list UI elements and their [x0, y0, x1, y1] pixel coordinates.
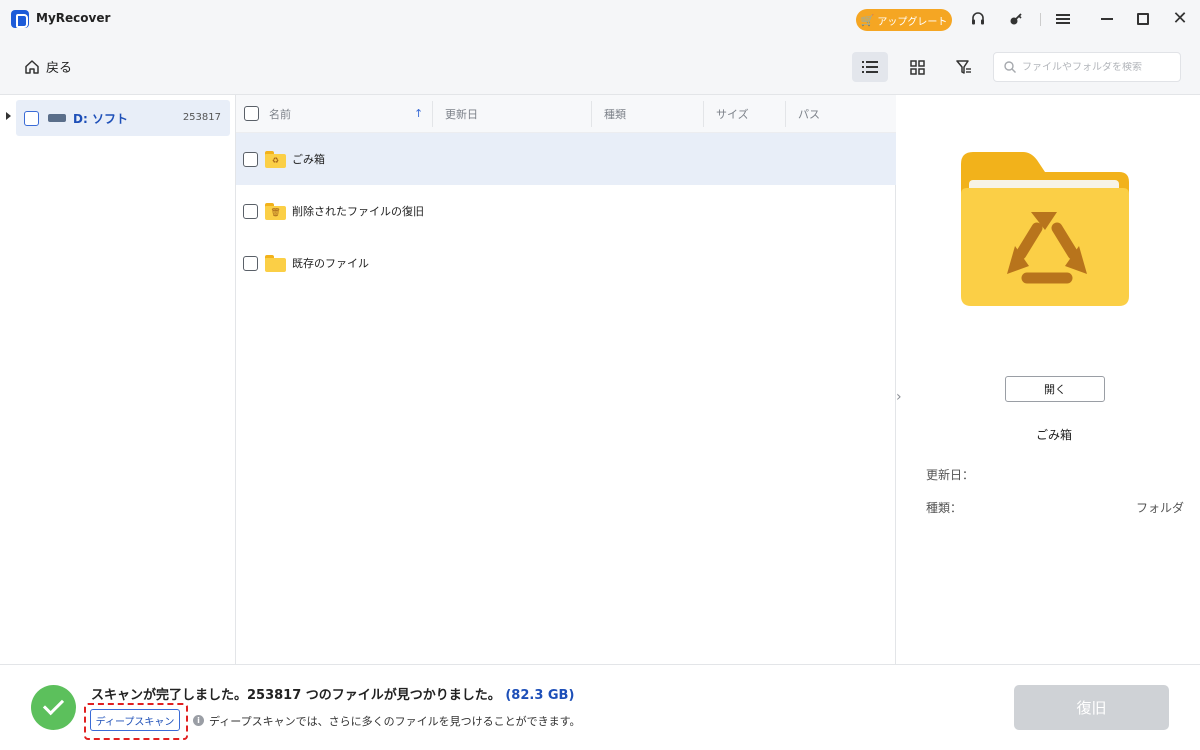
- scan-status-message: スキャンが完了しました。253817 つのファイルが見つかりました。: [91, 688, 501, 703]
- column-size[interactable]: サイズ: [716, 95, 749, 133]
- scan-total-size: (82.3 GB): [505, 688, 575, 703]
- column-divider[interactable]: [591, 101, 592, 127]
- column-type[interactable]: 種類: [604, 95, 626, 133]
- drive-checkbox[interactable]: [24, 110, 39, 126]
- column-modified[interactable]: 更新日: [445, 95, 478, 133]
- title-bar: MyRecover 🛒 アップグレート ✕: [0, 0, 1200, 38]
- maximize-icon[interactable]: [1133, 9, 1153, 29]
- key-icon[interactable]: [1006, 9, 1026, 29]
- recycle-folder-icon: ♻: [265, 150, 286, 168]
- folder-icon: [265, 254, 286, 272]
- tree-item-drive-d[interactable]: D: ソフト 253817: [6, 100, 230, 136]
- minimize-icon[interactable]: [1097, 9, 1117, 29]
- expand-caret-icon[interactable]: [6, 112, 11, 120]
- column-divider[interactable]: [703, 101, 704, 127]
- row-label: 既存のファイル: [292, 257, 369, 270]
- home-icon: [25, 59, 39, 74]
- column-divider[interactable]: [785, 101, 786, 127]
- row-label: ごみ箱: [292, 153, 325, 166]
- search-box[interactable]: [993, 52, 1181, 82]
- titlebar-divider: [1040, 13, 1041, 26]
- trash-folder-icon: 🗑: [265, 202, 286, 220]
- row-checkbox[interactable]: [243, 255, 258, 271]
- back-button[interactable]: 戻る: [24, 57, 72, 76]
- headset-icon[interactable]: [968, 9, 988, 29]
- recycle-bin-folder-icon: [961, 152, 1129, 306]
- upgrade-label: アップグレート: [877, 16, 948, 28]
- scan-complete-check-icon: [31, 685, 76, 730]
- file-row[interactable]: 🗑 削除されたファイルの復旧: [236, 185, 896, 237]
- app-title: MyRecover: [36, 11, 111, 25]
- scan-status: スキャンが完了しました。253817 つのファイルが見つかりました。 (82.3…: [91, 684, 574, 703]
- row-checkbox[interactable]: [243, 151, 258, 167]
- preview-item-name: ごみ箱: [1035, 428, 1072, 442]
- preview-panel: › 開く ごみ箱 更新日： 種類： フォルダ: [896, 95, 1200, 664]
- close-icon[interactable]: ✕: [1170, 9, 1190, 29]
- upgrade-button[interactable]: 🛒 アップグレート: [856, 9, 952, 31]
- info-icon: i: [193, 715, 204, 726]
- grid-view-button[interactable]: [899, 52, 935, 82]
- type-label: 種類：: [926, 501, 963, 515]
- drive-tree: D: ソフト 253817: [0, 95, 236, 664]
- filter-button[interactable]: [946, 52, 982, 82]
- modified-label: 更新日：: [926, 468, 975, 482]
- file-row[interactable]: 既存のファイル: [236, 237, 896, 289]
- list-view-button[interactable]: [852, 52, 888, 82]
- back-label: 戻る: [46, 61, 73, 76]
- column-name[interactable]: 名前: [269, 95, 291, 133]
- cart-icon: 🛒: [860, 13, 875, 27]
- deep-scan-button[interactable]: ディープスキャン: [90, 709, 180, 731]
- deep-scan-hint: ディープスキャンでは、さらに多くのファイルを見つけることができます。: [209, 715, 581, 728]
- row-label: 削除されたファイルの復旧: [292, 205, 424, 218]
- type-value: フォルダ: [1135, 501, 1184, 515]
- app-logo-icon: [11, 10, 29, 28]
- file-list: 名前 ↑ 更新日 種類 サイズ パス ♻ ごみ箱 🗑 削除されたファイルの復旧 …: [236, 95, 896, 664]
- column-header: 名前 ↑ 更新日 種類 サイズ パス: [236, 95, 896, 133]
- open-button[interactable]: 開く: [1005, 376, 1105, 402]
- collapse-panel-icon[interactable]: ›: [896, 389, 902, 405]
- drive-icon: [48, 114, 66, 122]
- row-checkbox[interactable]: [243, 203, 258, 219]
- file-row[interactable]: ♻ ごみ箱: [236, 133, 896, 185]
- search-icon: [1004, 61, 1016, 73]
- list-view-icon: [862, 61, 878, 73]
- column-divider[interactable]: [432, 101, 433, 127]
- filter-icon: [956, 60, 971, 74]
- select-all-checkbox[interactable]: [244, 106, 259, 121]
- search-input[interactable]: [1022, 61, 1172, 73]
- drive-label: D: ソフト: [73, 111, 128, 126]
- sort-ascending-icon[interactable]: ↑: [414, 107, 423, 120]
- drive-file-count: 253817: [182, 112, 221, 123]
- recover-button[interactable]: 復旧: [1014, 685, 1169, 730]
- column-path[interactable]: パス: [798, 95, 820, 133]
- grid-view-icon: [909, 59, 925, 75]
- menu-icon[interactable]: [1053, 9, 1073, 29]
- status-bar: スキャンが完了しました。253817 つのファイルが見つかりました。 (82.3…: [0, 664, 1200, 750]
- toolbar: 戻る: [0, 38, 1200, 95]
